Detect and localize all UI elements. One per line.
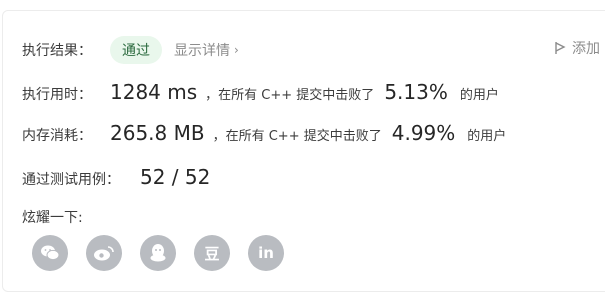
share-label: 炫耀一下: — [22, 210, 83, 226]
chevron-right-icon: › — [234, 43, 239, 57]
status-row: 执行结果： 通过 显示详情 › — [22, 36, 239, 64]
wechat-share-button[interactable] — [32, 235, 68, 271]
wechat-icon — [41, 245, 60, 261]
status-badge: 通过 — [110, 36, 162, 64]
memory-value: 265.8 MB — [110, 121, 205, 145]
weibo-icon — [94, 246, 114, 261]
add-button[interactable]: 添加 — [554, 38, 600, 58]
show-details-link[interactable]: 显示详情 — [174, 40, 230, 60]
weibo-share-button[interactable] — [86, 235, 122, 271]
tests-value: 52 / 52 — [140, 165, 211, 189]
runtime-row: 执行用时： 1284 ms ，在所有 C++ 提交中击败了 5.13% 的用户 — [22, 80, 499, 104]
qq-share-button[interactable] — [140, 235, 176, 271]
memory-beat-text: ，在所有 C++ 提交中击败了 — [212, 129, 382, 144]
status-label: 执行结果： — [22, 43, 92, 59]
qq-icon — [150, 244, 166, 262]
memory-label: 内存消耗： — [22, 128, 92, 144]
tests-row: 通过测试用例： 52 / 52 — [22, 165, 210, 189]
memory-suffix: 的用户 — [467, 129, 507, 144]
add-label: 添加 — [572, 41, 600, 57]
runtime-suffix: 的用户 — [459, 88, 499, 103]
runtime-percent: 5.13% — [384, 80, 448, 104]
douban-share-button[interactable]: 豆 — [194, 235, 230, 271]
tests-label: 通过测试用例： — [22, 172, 120, 188]
share-row: 炫耀一下: — [22, 207, 83, 227]
runtime-value: 1284 ms — [110, 80, 198, 104]
linkedin-share-button[interactable]: in — [248, 235, 284, 271]
runtime-label: 执行用时： — [22, 87, 92, 103]
runtime-beat-text: ，在所有 C++ 提交中击败了 — [205, 88, 375, 103]
flag-icon — [555, 42, 566, 54]
memory-percent: 4.99% — [391, 121, 456, 145]
linkedin-icon: in — [258, 244, 274, 262]
memory-row: 内存消耗： 265.8 MB ，在所有 C++ 提交中击败了 4.99% 的用户 — [22, 121, 506, 145]
douban-icon: 豆 — [204, 244, 220, 263]
